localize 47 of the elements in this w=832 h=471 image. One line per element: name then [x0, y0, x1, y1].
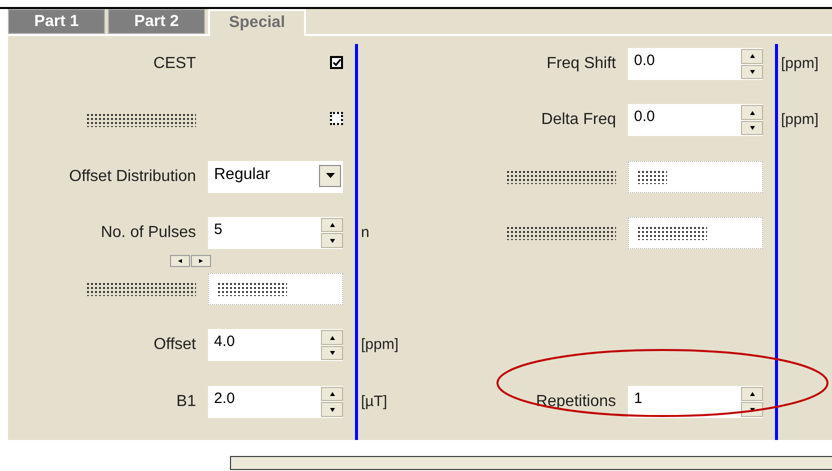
unit-label: n	[361, 224, 370, 241]
spin-up-button[interactable]	[741, 386, 763, 402]
spin-up-button[interactable]	[741, 49, 763, 64]
down-arrow-icon	[750, 408, 754, 412]
up-arrow-icon	[330, 336, 334, 340]
unit-label: [µT]	[361, 392, 388, 410]
up-arrow-icon	[750, 110, 754, 115]
spin-up-button[interactable]	[321, 218, 343, 232]
tab[interactable]: Special	[208, 9, 306, 36]
field-label: Freq Shift	[546, 54, 616, 74]
left-arrow-icon	[178, 258, 182, 263]
down-arrow-icon	[330, 238, 334, 243]
previous-button[interactable]	[170, 254, 190, 267]
up-arrow-icon	[330, 223, 334, 228]
field-label: Repetitions	[536, 392, 616, 412]
field-label: CEST	[153, 54, 196, 74]
unit-label: [ppm]	[781, 55, 819, 72]
dropdown[interactable]: Regular	[208, 160, 343, 193]
up-arrow-icon	[330, 392, 334, 396]
down-arrow-icon	[330, 351, 334, 356]
field-label: B1	[176, 392, 196, 412]
spin-up-button[interactable]	[741, 105, 763, 120]
tab[interactable]: Part 2	[108, 9, 205, 34]
spin-down-button[interactable]	[321, 346, 343, 360]
down-arrow-icon	[750, 126, 754, 130]
field-label: No. of Pulses	[100, 222, 196, 243]
caret-icon	[326, 173, 334, 178]
spin-down-button[interactable]	[321, 233, 343, 248]
next-button[interactable]	[191, 254, 211, 267]
spin-down-button[interactable]	[321, 402, 343, 417]
down-arrow-icon	[750, 70, 754, 74]
field-label: Offset Distribution	[69, 166, 196, 187]
check-icon	[332, 59, 340, 66]
field-label: Delta Freq	[541, 110, 616, 130]
tab[interactable]: Part 1	[8, 9, 105, 34]
unit-label: [ppm]	[361, 336, 399, 354]
up-arrow-icon	[750, 392, 754, 396]
spin-down-button[interactable]	[741, 64, 763, 79]
checkbox[interactable]	[330, 56, 343, 69]
unit-label: [ppm]	[781, 111, 819, 128]
spin-up-button[interactable]	[321, 330, 343, 345]
spin-down-button[interactable]	[741, 120, 763, 136]
spin-up-button[interactable]	[321, 386, 343, 402]
field-label: Offset	[154, 335, 196, 356]
up-arrow-icon	[750, 54, 754, 58]
down-arrow-icon	[330, 408, 334, 412]
right-arrow-icon	[198, 258, 204, 263]
